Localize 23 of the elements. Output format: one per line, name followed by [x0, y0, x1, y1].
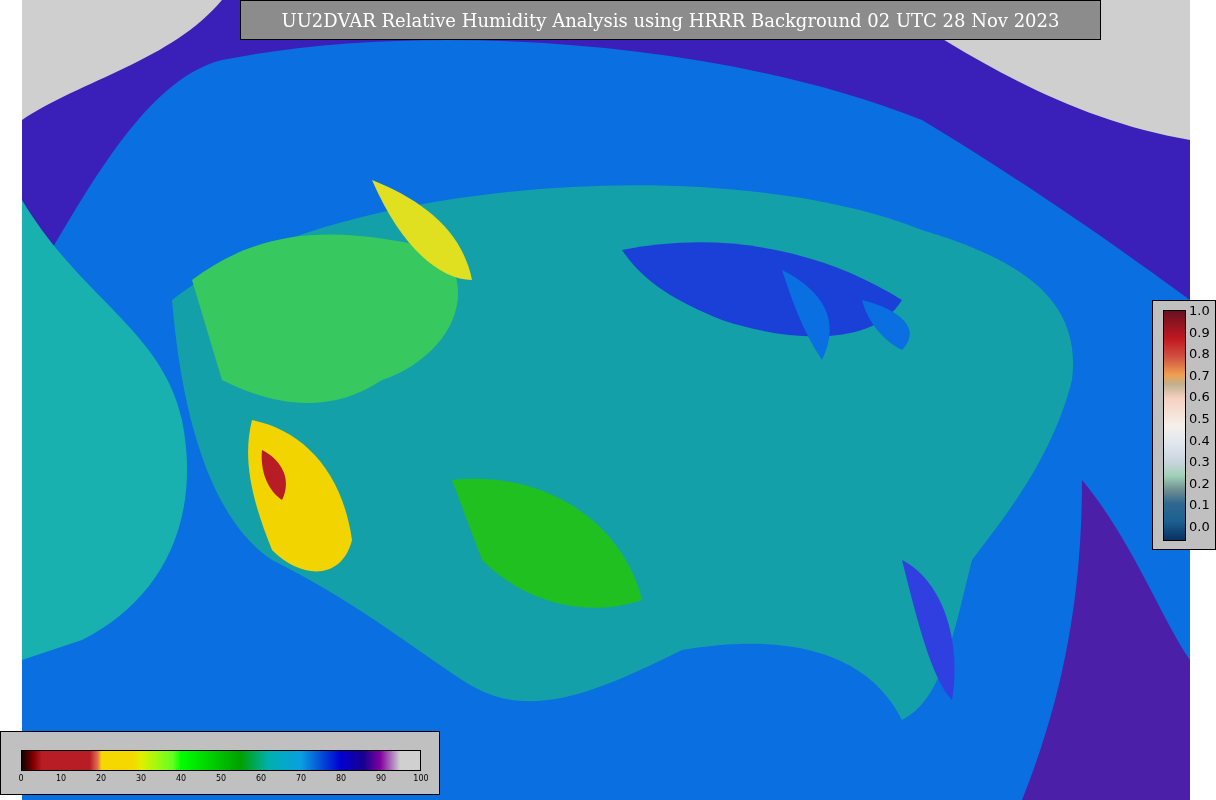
tick-label: 0.9 — [1189, 324, 1210, 340]
tick-label: 0.8 — [1189, 346, 1210, 362]
tick-label: 100 — [413, 773, 429, 785]
tick-label: 50 — [215, 773, 227, 785]
tick-label: 80 — [335, 773, 347, 785]
tick-label: 40 — [175, 773, 187, 785]
tick-label: 70 — [295, 773, 307, 785]
tick-label: 30 — [135, 773, 147, 785]
map-title: UU2DVAR Relative Humidity Analysis using HRRR Background 02 UTC 28 Nov 2023 — [240, 0, 1101, 40]
tick-label: 0.6 — [1189, 389, 1210, 405]
tick-label: 90 — [375, 773, 387, 785]
tick-label: 0.5 — [1189, 410, 1210, 426]
tick-label: 0.0 — [1189, 518, 1210, 534]
tick-label: 60 — [255, 773, 267, 785]
tick-label: 1.0 — [1189, 303, 1210, 318]
tick-label: 0.2 — [1189, 475, 1210, 491]
tick-label: 0.1 — [1189, 497, 1210, 513]
tick-label: 0.3 — [1189, 454, 1210, 470]
tick-label: 10 — [55, 773, 67, 785]
tick-label: 20 — [95, 773, 107, 785]
tick-label: 0.4 — [1189, 432, 1210, 448]
tick-label: 0.7 — [1189, 367, 1210, 383]
tick-label: 0 — [18, 773, 24, 785]
